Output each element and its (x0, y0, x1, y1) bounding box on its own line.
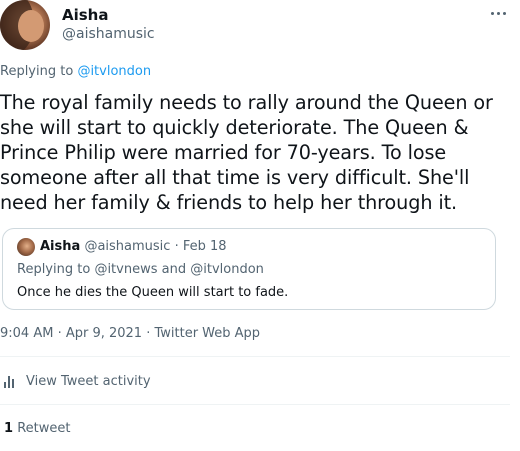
retweet-count: 1 (4, 421, 14, 436)
replying-to: Replying to @itvlondon (0, 64, 151, 79)
quoted-replying-prefix: Replying to (17, 262, 91, 277)
replying-prefix: Replying to (0, 64, 74, 79)
quoted-author-avatar (17, 238, 35, 256)
quoted-mention-itvlondon: @itvlondon (190, 262, 264, 277)
view-tweet-activity-button[interactable]: View Tweet activity (4, 371, 151, 391)
quoted-and: and (161, 262, 187, 277)
author-avatar[interactable] (0, 0, 50, 50)
quoted-text: Once he dies the Queen will start to fad… (17, 285, 289, 300)
divider (0, 356, 510, 357)
quoted-mention-itvnews: @itvnews (94, 262, 158, 277)
tweet-text: The royal family needs to rally around t… (0, 91, 493, 214)
quoted-tweet[interactable]: Aisha @aishamusic · Feb 18 Replying to @… (2, 228, 496, 310)
quoted-author-name: Aisha (40, 239, 81, 254)
author-handle[interactable]: @aishamusic (62, 26, 155, 42)
quoted-tweet-header: Aisha @aishamusic · Feb 18 (40, 239, 227, 254)
view-tweet-activity-label: View Tweet activity (26, 373, 151, 389)
more-icon[interactable] (488, 6, 508, 20)
quoted-author-handle: @aishamusic (84, 239, 171, 254)
tweet-header: Aisha @aishamusic (0, 0, 520, 56)
replying-mention-link[interactable]: @itvlondon (77, 64, 151, 79)
quoted-replying-to: Replying to @itvnews and @itvlondon (17, 262, 264, 277)
tweet-activity-icon (4, 374, 18, 388)
quoted-separator: · (174, 239, 179, 254)
quoted-date: Feb 18 (182, 239, 227, 254)
retweets-stat[interactable]: 1 Retweet (4, 421, 70, 436)
author-name[interactable]: Aisha (62, 6, 108, 24)
divider (0, 404, 510, 405)
tweet-timestamp[interactable]: 9:04 AM · Apr 9, 2021 · Twitter Web App (0, 326, 260, 341)
retweet-label: Retweet (17, 421, 71, 436)
